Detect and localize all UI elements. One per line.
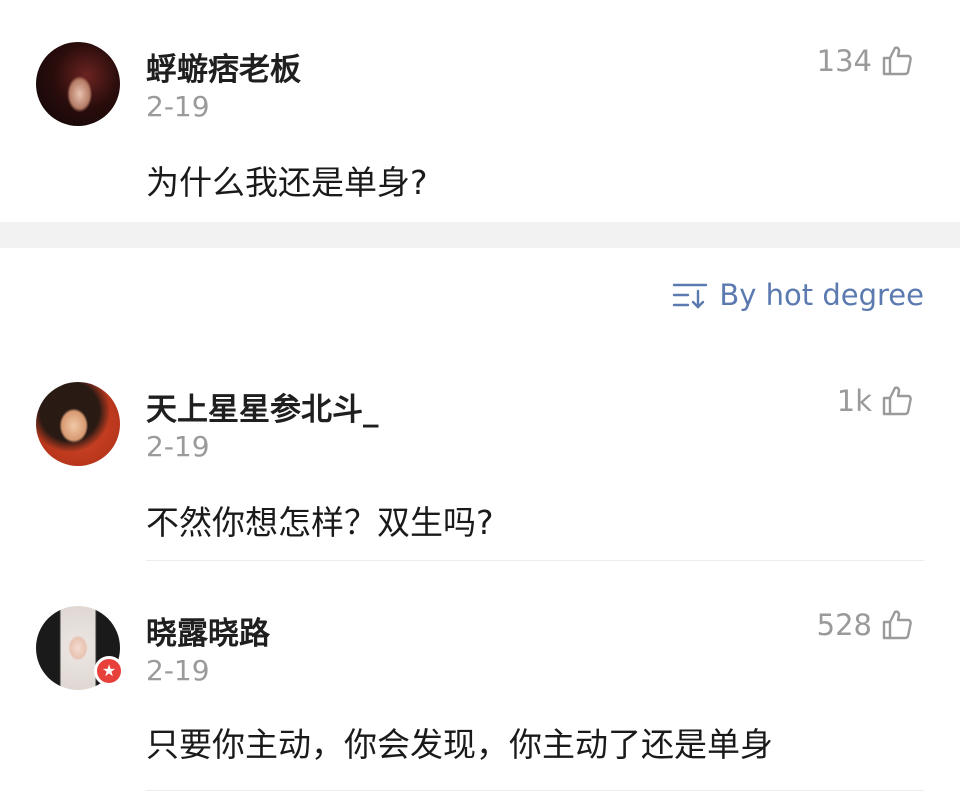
comment-text: 不然你想怎样？双生吗?	[146, 503, 494, 542]
thumbs-up-icon	[882, 386, 912, 416]
comment-like-count: 1k	[836, 384, 872, 418]
sort-bar: By hot degree	[0, 248, 960, 348]
post-date: 2-19	[146, 90, 210, 123]
post-username[interactable]: 蜉蝣痞老板	[146, 44, 301, 89]
sort-icon	[673, 283, 708, 309]
comment-date: 2-19	[146, 654, 210, 687]
comment-date: 2-19	[146, 430, 210, 463]
section-separator	[0, 222, 960, 248]
post-text: 为什么我还是单身?	[146, 163, 428, 202]
original-post: 蜉蝣痞老板 2-19 134 为什么我还是单身?	[0, 0, 960, 222]
post-like-button[interactable]: 134	[817, 44, 914, 78]
comment-username[interactable]: 天上星星参北斗_	[146, 384, 379, 429]
comment-divider	[146, 560, 924, 561]
thumbs-up-icon	[882, 46, 912, 76]
comment-like-button[interactable]: 528	[817, 608, 914, 642]
comment-like-count: 528	[816, 608, 872, 642]
sort-label: By hot degree	[719, 278, 924, 312]
comment-text: 只要你主动，你会发现，你主动了还是单身	[146, 725, 773, 764]
comment-username[interactable]: 晓露晓路	[146, 608, 270, 653]
post-avatar[interactable]	[36, 42, 120, 126]
verified-badge-icon: ★	[94, 656, 124, 686]
thumbs-up-icon	[882, 610, 912, 640]
comment-avatar[interactable]	[36, 382, 120, 466]
post-like-count: 134	[816, 44, 872, 78]
sort-button[interactable]: By hot degree	[671, 278, 924, 312]
comment-divider	[146, 790, 924, 791]
comment-like-button[interactable]: 1k	[837, 384, 914, 418]
